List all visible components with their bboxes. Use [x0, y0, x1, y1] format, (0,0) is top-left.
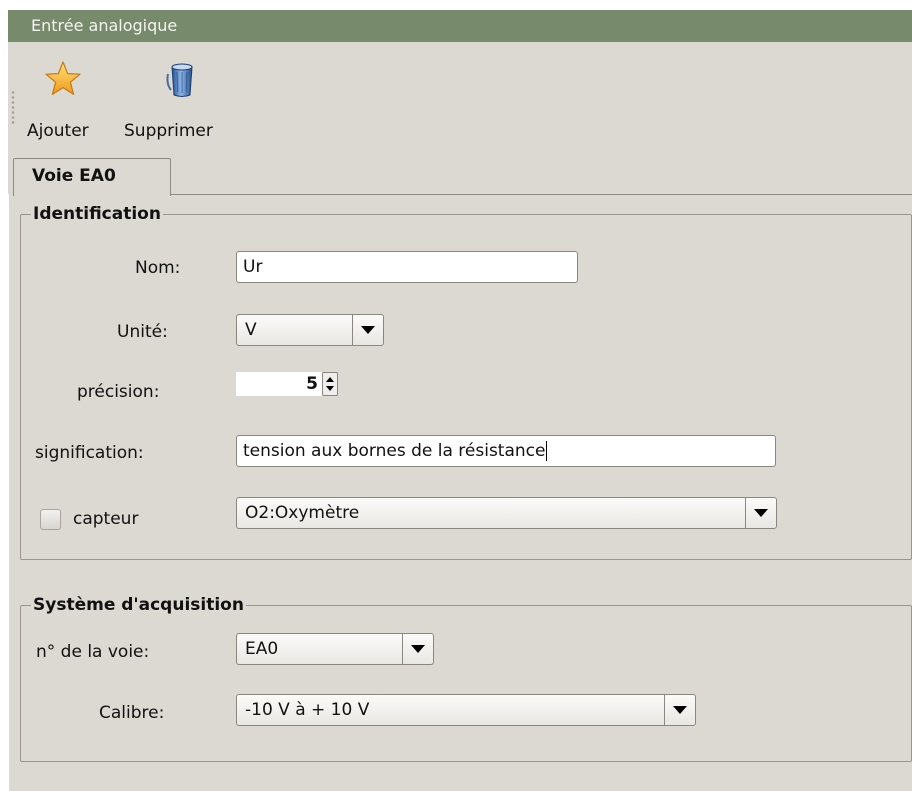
analog-input-window: Entrée analogique Ajouter Supprimer Voie… [8, 10, 912, 791]
nom-input[interactable] [236, 251, 578, 283]
signification-label: signification: [35, 443, 144, 463]
star-icon [44, 60, 82, 98]
calibre-label: Calibre: [99, 703, 165, 723]
calibre-select[interactable]: -10 V à + 10 V [236, 694, 696, 726]
unite-label: Unité: [117, 322, 168, 342]
capteur-select[interactable]: O2:Oxymètre [236, 497, 777, 529]
delete-button[interactable]: Supprimer [124, 60, 240, 150]
voie-value: EA0 [245, 639, 279, 659]
calibre-value: -10 V à + 10 V [245, 700, 370, 720]
toolbar-grip-handle[interactable] [11, 90, 15, 126]
window-title: Entrée analogique [8, 10, 912, 42]
precision-value[interactable]: 5 [236, 372, 322, 396]
chevron-down-icon[interactable] [402, 634, 433, 664]
capteur-checkbox[interactable] [40, 509, 61, 530]
identification-legend: Identification [33, 204, 161, 224]
unite-value: V [245, 320, 257, 340]
capteur-value: O2:Oxymètre [245, 503, 360, 523]
acquisition-group: Système d'acquisition [20, 596, 912, 762]
unite-select[interactable]: V [236, 314, 384, 346]
trash-can-icon [165, 62, 199, 98]
signification-input[interactable]: tension aux bornes de la résistance [236, 435, 776, 467]
spinner-arrows-icon[interactable] [322, 372, 338, 396]
tab-content: Identification Nom: Unité: V précision: … [8, 194, 912, 791]
add-button[interactable]: Ajouter [27, 60, 111, 150]
text-cursor [546, 441, 548, 461]
chevron-down-icon[interactable] [745, 498, 776, 528]
precision-spinner[interactable]: 5 [236, 372, 338, 396]
add-button-label: Ajouter [27, 121, 89, 141]
spinner-down-icon[interactable] [326, 386, 334, 391]
acquisition-legend: Système d'acquisition [33, 595, 244, 615]
signification-value: tension aux bornes de la résistance [243, 441, 546, 461]
capteur-label: capteur [73, 509, 139, 529]
precision-label: précision: [77, 382, 160, 402]
nom-label: Nom: [135, 258, 181, 278]
tab-voie-ea0[interactable]: Voie EA0 [13, 158, 171, 196]
voie-select[interactable]: EA0 [236, 633, 434, 665]
delete-button-label: Supprimer [124, 121, 213, 141]
voie-label: n° de la voie: [36, 642, 150, 662]
chevron-down-icon[interactable] [352, 315, 383, 345]
chevron-down-icon[interactable] [664, 695, 695, 725]
spinner-up-icon[interactable] [326, 377, 334, 382]
